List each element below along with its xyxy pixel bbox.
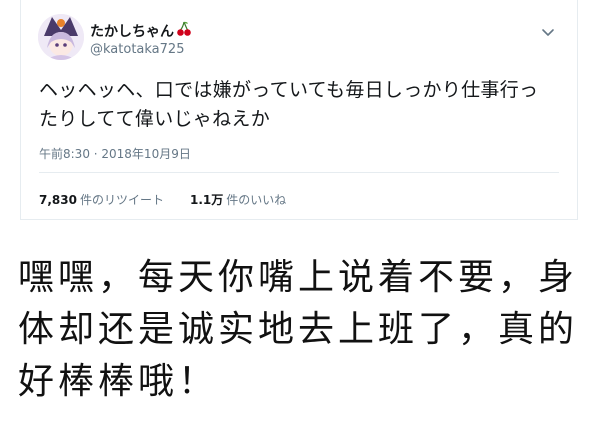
retweet-label: 件のリツイート: [79, 193, 164, 207]
tweet-timestamp[interactable]: 午前8:30 · 2018年10月9日: [39, 145, 191, 162]
display-name[interactable]: たかしちゃん: [90, 21, 174, 41]
tweet-stats: 7,830 件のリツイート 1.1万 件のいいね: [39, 191, 286, 208]
chevron-down-icon[interactable]: [541, 24, 555, 38]
avatar[interactable]: [38, 14, 84, 60]
author-name-row[interactable]: たかしちゃん: [90, 21, 192, 41]
user-handle[interactable]: @katotaka725: [90, 42, 184, 57]
like-count: 1.1万: [189, 193, 224, 207]
like-label: 件のいいね: [226, 193, 287, 207]
divider: [39, 172, 559, 173]
retweet-count: 7,830: [39, 193, 77, 207]
caption-text: 嘿嘿，每天你嘴上说着不要，身体却还是诚实地去上班了，真的好棒棒哦！: [18, 257, 579, 402]
tweet-card: たかしちゃん @katotaka725 ヘッヘッヘ、口では嫌がっていても毎日しっ…: [20, 0, 578, 220]
like-stat[interactable]: 1.1万 件のいいね: [190, 191, 286, 208]
tweet-text: ヘッヘッヘ、口では嫌がっていても毎日しっかり仕事行ったりしてて偉いじゃねえか: [39, 79, 539, 130]
cherry-icon: [176, 21, 192, 41]
avatar-image: [38, 14, 84, 60]
retweet-stat[interactable]: 7,830 件のリツイート: [39, 191, 164, 208]
